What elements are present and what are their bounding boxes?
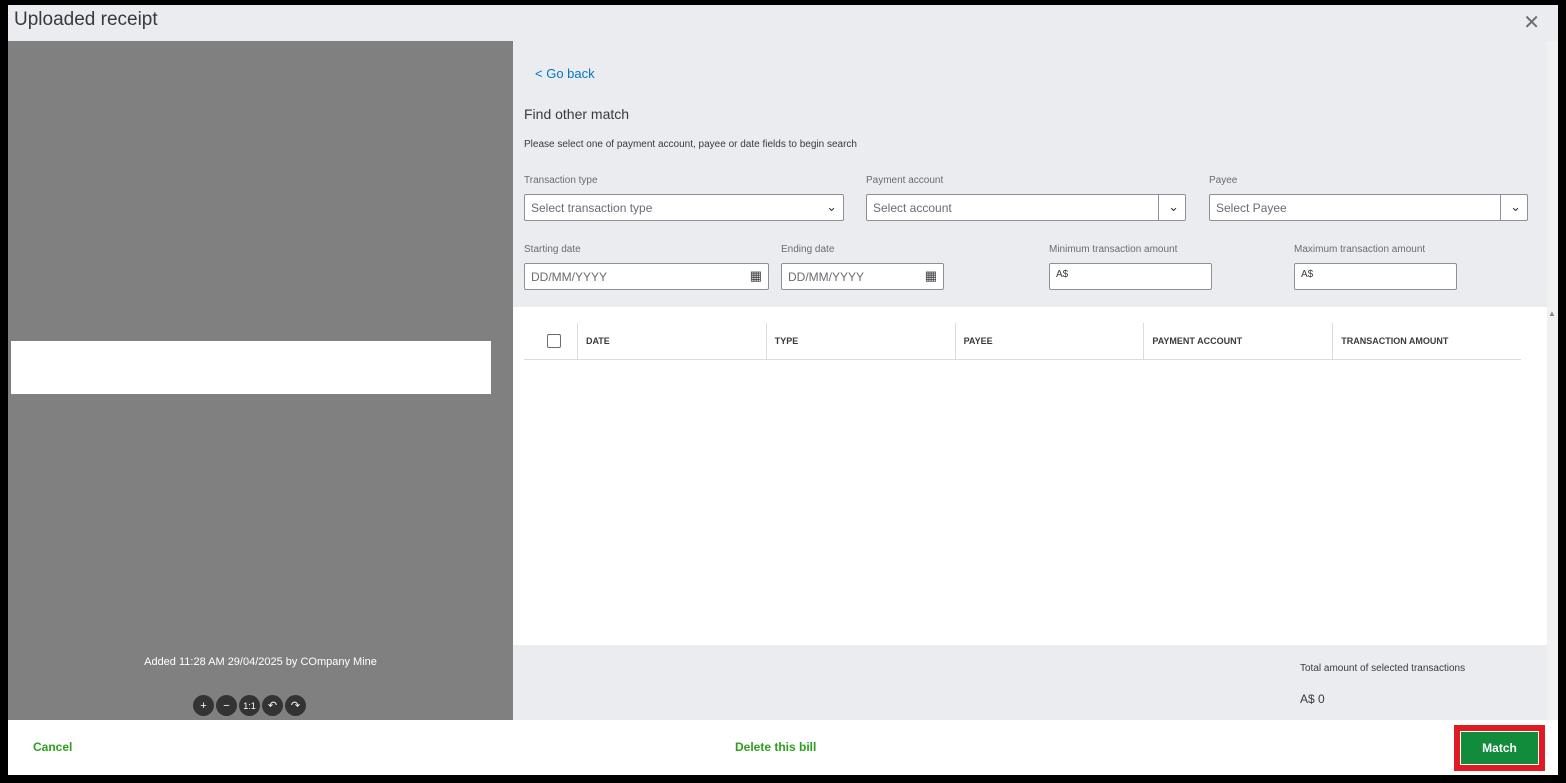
column-date[interactable]: DATE bbox=[576, 323, 766, 359]
currency-prefix: A$ bbox=[1301, 269, 1314, 280]
payee-placeholder: Select Payee bbox=[1216, 200, 1287, 215]
search-hint: Please select one of payment account, pa… bbox=[524, 139, 857, 150]
transaction-type-select[interactable]: Select transaction type ⌄ bbox=[524, 194, 844, 221]
payee-label: Payee bbox=[1209, 175, 1238, 186]
scroll-up-icon[interactable]: ▲ bbox=[1548, 309, 1556, 318]
min-amount-label: Minimum transaction amount bbox=[1049, 244, 1178, 255]
receipt-preview: Added 11:28 AM 29/04/2025 by COmpany Min… bbox=[8, 41, 513, 720]
match-highlight: Match bbox=[1454, 725, 1545, 771]
cancel-button[interactable]: Cancel bbox=[33, 740, 72, 754]
chevron-down-icon: ⌄ bbox=[1510, 199, 1521, 214]
dialog-title: Uploaded receipt bbox=[14, 9, 158, 30]
go-back-link[interactable]: < Go back bbox=[535, 66, 595, 81]
column-transaction-amount[interactable]: TRANSACTION AMOUNT bbox=[1332, 323, 1521, 359]
payment-account-label: Payment account bbox=[866, 175, 944, 186]
payment-account-select[interactable]: Select account ⌄ bbox=[866, 194, 1186, 221]
added-info: Added 11:28 AM 29/04/2025 by COmpany Min… bbox=[144, 656, 377, 668]
table-header: DATE TYPE PAYEE PAYMENT ACCOUNT TRANSACT… bbox=[524, 323, 1521, 360]
preview-toolbar: + − 1:1 ↶ ↷ bbox=[193, 695, 306, 716]
zoom-in-icon[interactable]: + bbox=[193, 695, 214, 716]
payee-select[interactable]: Select Payee ⌄ bbox=[1209, 194, 1528, 221]
transactions-table: DATE TYPE PAYEE PAYMENT ACCOUNT TRANSACT… bbox=[513, 307, 1547, 645]
ending-date-input[interactable]: DD/MM/YYYY ▦ bbox=[781, 263, 944, 290]
currency-prefix: A$ bbox=[1056, 269, 1069, 280]
transaction-type-label: Transaction type bbox=[524, 175, 598, 186]
column-payee[interactable]: PAYEE bbox=[954, 323, 1144, 359]
select-all-checkbox[interactable] bbox=[547, 334, 562, 348]
max-amount-label: Maximum transaction amount bbox=[1294, 244, 1426, 255]
calendar-icon[interactable]: ▦ bbox=[925, 268, 937, 284]
column-payment-account[interactable]: PAYMENT ACCOUNT bbox=[1143, 323, 1332, 359]
starting-date-input[interactable]: DD/MM/YYYY ▦ bbox=[524, 263, 769, 290]
total-label: Total amount of selected transactions bbox=[1300, 663, 1466, 674]
chevron-down-icon: ⌄ bbox=[826, 199, 837, 214]
calendar-icon[interactable]: ▦ bbox=[750, 268, 762, 284]
receipt-image bbox=[11, 341, 491, 394]
payment-account-placeholder: Select account bbox=[873, 200, 952, 215]
column-type[interactable]: TYPE bbox=[765, 323, 955, 359]
rotate-left-icon[interactable]: ↶ bbox=[262, 695, 283, 716]
match-button[interactable]: Match bbox=[1460, 731, 1539, 765]
total-value: A$ 0 bbox=[1300, 692, 1325, 706]
chevron-down-icon: ⌄ bbox=[1168, 199, 1179, 214]
actual-size-button[interactable]: 1:1 bbox=[239, 695, 260, 716]
close-icon[interactable]: ✕ bbox=[1523, 10, 1540, 35]
scrollbar[interactable]: ▲ bbox=[1547, 41, 1558, 720]
ending-date-label: Ending date bbox=[781, 244, 835, 255]
max-amount-input[interactable]: A$ bbox=[1294, 263, 1457, 290]
min-amount-input[interactable]: A$ bbox=[1049, 263, 1212, 290]
uploaded-receipt-dialog: Uploaded receipt ✕ Added 11:28 AM 29/04/… bbox=[8, 5, 1558, 775]
starting-date-placeholder: DD/MM/YYYY bbox=[531, 269, 608, 284]
delete-bill-button[interactable]: Delete this bill bbox=[735, 740, 816, 754]
rotate-right-icon[interactable]: ↷ bbox=[285, 695, 306, 716]
starting-date-label: Starting date bbox=[524, 244, 581, 255]
zoom-out-icon[interactable]: − bbox=[216, 695, 237, 716]
dialog-footer: Cancel Delete this bill Match bbox=[8, 720, 1558, 775]
find-other-match-heading: Find other match bbox=[524, 106, 630, 122]
ending-date-placeholder: DD/MM/YYYY bbox=[788, 269, 865, 284]
find-match-panel: < Go back Find other match Please select… bbox=[513, 41, 1547, 720]
transaction-type-placeholder: Select transaction type bbox=[531, 200, 653, 215]
